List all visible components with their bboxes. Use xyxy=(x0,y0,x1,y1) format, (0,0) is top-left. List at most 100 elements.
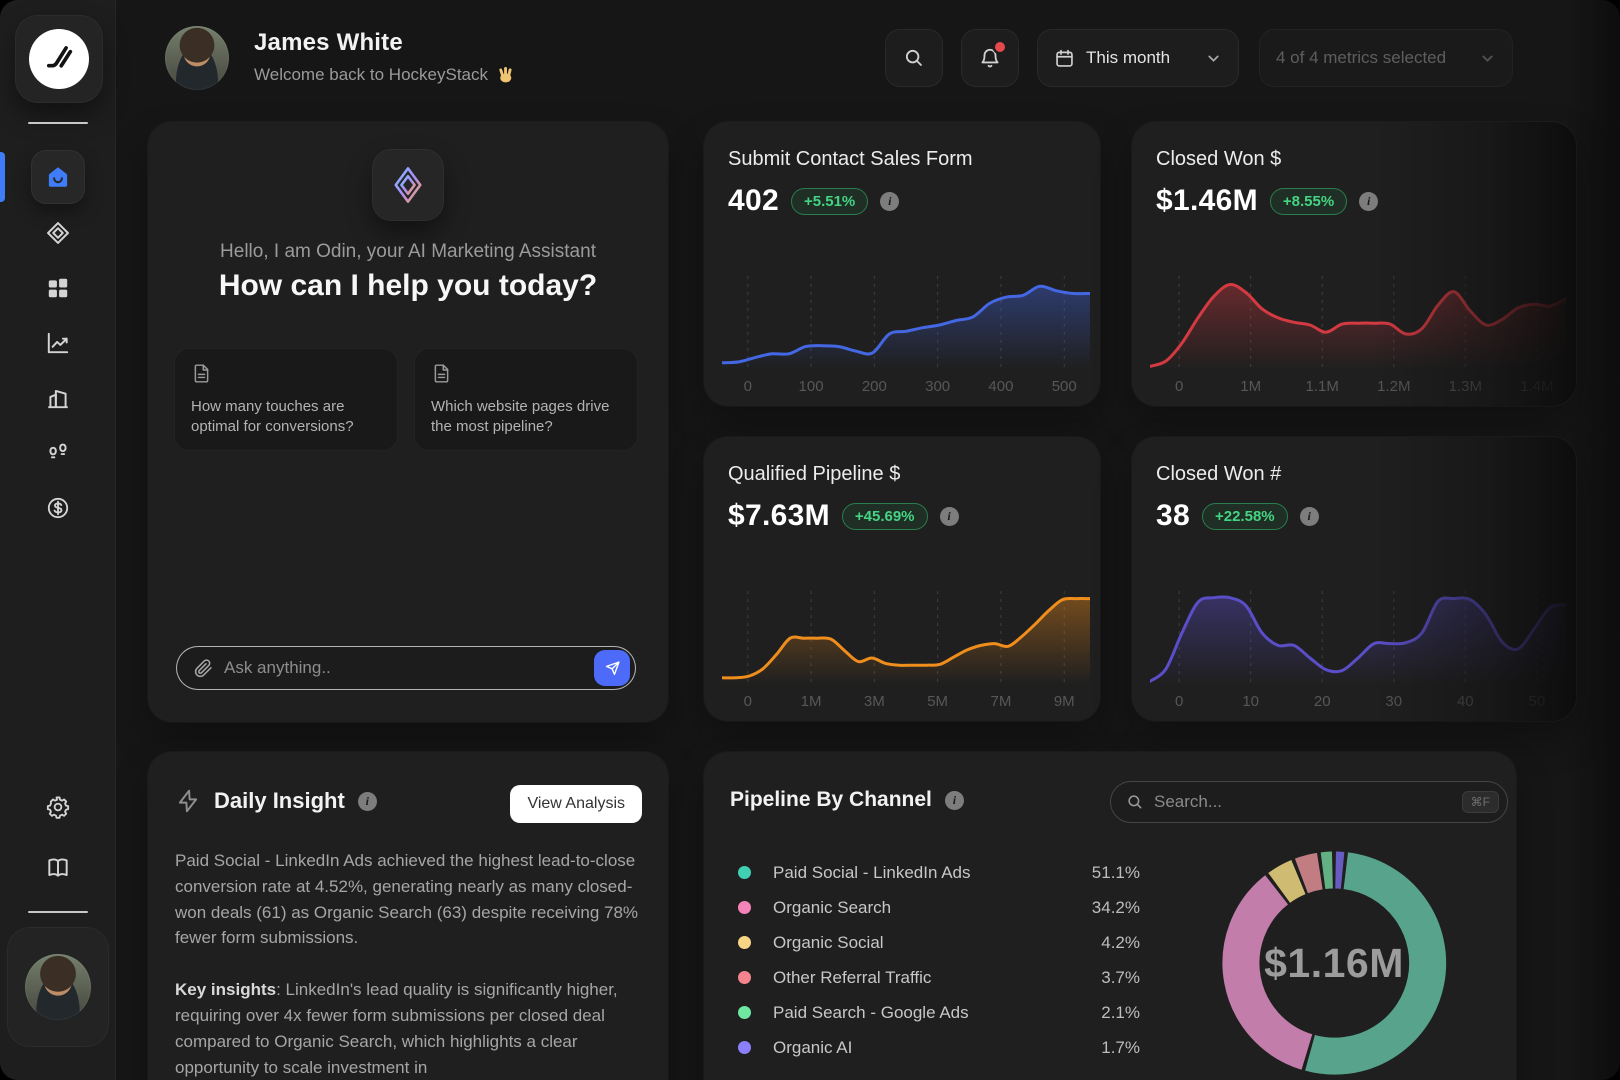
legend-dot xyxy=(738,971,751,984)
book-icon xyxy=(48,858,68,877)
metrics-filter-label: 4 of 4 metrics selected xyxy=(1276,48,1447,67)
welcome-text: Welcome back to HockeyStack xyxy=(254,64,516,85)
legend-item[interactable]: Organic AI 1.7% xyxy=(738,1030,1140,1065)
notifications-button[interactable] xyxy=(962,30,1018,86)
ask-anything-input[interactable] xyxy=(224,658,583,678)
paperclip-icon[interactable] xyxy=(194,658,213,678)
sidebar-user-avatar[interactable] xyxy=(8,928,108,1046)
view-analysis-button[interactable]: View Analysis xyxy=(510,785,642,823)
metric-card-closed-won-dollars: Closed Won $ $1.46M +8.55% i 0 1M 1.1M 1.2M… xyxy=(1132,122,1576,406)
daily-insight-card: Daily Insight i View Analysis Paid Socia… xyxy=(148,752,668,1080)
date-filter[interactable]: This month xyxy=(1038,30,1238,86)
legend-label: Paid Search - Google Ads xyxy=(773,1002,969,1022)
sidebar-item-reports[interactable] xyxy=(38,323,78,363)
sparkline-chart: 0 10 20 30 40 50 xyxy=(1148,587,1568,711)
legend-dot xyxy=(738,1006,751,1019)
metric-title: Closed Won $ xyxy=(1156,148,1282,170)
send-button[interactable] xyxy=(594,650,630,686)
delta-badge: +8.55% xyxy=(1269,187,1348,215)
info-icon[interactable]: i xyxy=(1299,506,1319,526)
metric-title: Submit Contact Sales Form xyxy=(728,148,973,170)
lightning-icon xyxy=(178,789,198,813)
sidebar-item-settings[interactable] xyxy=(38,787,78,827)
sidebar-item-home[interactable] xyxy=(38,157,78,197)
header-avatar[interactable] xyxy=(165,26,229,90)
delta-badge: +45.69% xyxy=(841,502,928,530)
insight-key-label: Key insights xyxy=(175,980,277,1000)
svg-text:1.4M: 1.4M xyxy=(1520,378,1553,395)
info-icon[interactable]: i xyxy=(880,191,900,211)
footprints-icon xyxy=(49,443,67,459)
send-icon xyxy=(605,660,620,675)
channel-search-input[interactable] xyxy=(1154,792,1452,812)
legend-label: Organic Search xyxy=(773,897,892,917)
user-name: James White xyxy=(254,29,403,56)
info-icon[interactable]: i xyxy=(357,791,377,811)
metric-title: Closed Won # xyxy=(1156,463,1282,485)
legend-item[interactable]: Paid Social - LinkedIn Ads 51.1% xyxy=(738,855,1140,890)
legend-value: 2.1% xyxy=(1101,1002,1140,1022)
search-icon xyxy=(1128,795,1142,809)
info-icon[interactable]: i xyxy=(1359,191,1379,211)
home-icon xyxy=(48,167,68,187)
channel-legend: Paid Social - LinkedIn Ads 51.1% Organic… xyxy=(738,855,1140,1065)
svg-text:9M: 9M xyxy=(1054,693,1075,710)
line-chart-icon xyxy=(47,332,69,354)
svg-text:0: 0 xyxy=(744,378,752,395)
wave-hand-icon xyxy=(499,66,512,83)
document-icon xyxy=(434,364,449,383)
legend-value: 51.1% xyxy=(1091,862,1140,882)
pipeline-donut-chart: $1.16M xyxy=(1211,840,1457,1080)
legend-value: 1.7% xyxy=(1101,1037,1140,1057)
suggestion-card-pages[interactable]: Which website pages drive the most pipel… xyxy=(415,349,637,450)
metric-value: 38 xyxy=(1156,499,1190,532)
sidebar-item-odin[interactable] xyxy=(38,213,78,253)
insight-paragraph: Paid Social - LinkedIn Ads achieved the … xyxy=(175,851,639,948)
hockeystack-logo[interactable] xyxy=(16,16,102,102)
ai-headline: How can I help you today? xyxy=(218,269,598,302)
svg-text:0: 0 xyxy=(744,693,752,710)
sidebar-item-revenue[interactable] xyxy=(38,488,78,528)
active-nav-indicator xyxy=(0,152,5,202)
suggestion-card-touches[interactable]: How many touches are optimal for convers… xyxy=(175,349,397,450)
suggestion-text: How many touches are optimal for convers… xyxy=(191,397,354,435)
svg-text:0: 0 xyxy=(1175,378,1183,395)
sidebar-divider-top xyxy=(28,122,88,124)
svg-text:10: 10 xyxy=(1242,693,1259,710)
legend-value: 3.7% xyxy=(1101,967,1140,987)
donut-center-value: $1.16M xyxy=(1264,939,1404,986)
sparkline-chart: 0 100 200 300 400 500 xyxy=(720,272,1092,396)
channel-search-bar: ⌘F xyxy=(1110,781,1508,823)
gear-icon xyxy=(46,796,70,819)
svg-text:1.2M: 1.2M xyxy=(1377,378,1410,395)
insight-text: Paid Social - LinkedIn Ads achieved the … xyxy=(175,848,641,1080)
buildings-icon xyxy=(48,389,68,409)
info-icon[interactable]: i xyxy=(944,790,964,810)
delta-badge: +22.58% xyxy=(1201,502,1288,530)
grid-icon xyxy=(48,278,68,298)
legend-dot xyxy=(738,936,751,949)
sidebar-item-company[interactable] xyxy=(38,378,78,418)
search-button[interactable] xyxy=(886,30,942,86)
legend-item[interactable]: Other Referral Traffic 3.7% xyxy=(738,960,1140,995)
calendar-icon xyxy=(1056,49,1073,67)
svg-text:300: 300 xyxy=(925,378,950,395)
legend-item[interactable]: Paid Search - Google Ads 2.1% xyxy=(738,995,1140,1030)
legend-label: Paid Social - LinkedIn Ads xyxy=(773,862,971,882)
sidebar-item-journeys[interactable] xyxy=(38,433,78,473)
sparkline-chart: 0 1M 3M 5M 7M 9M xyxy=(720,587,1092,711)
sidebar-item-dashboards[interactable] xyxy=(38,268,78,308)
legend-item[interactable]: Organic Social 4.2% xyxy=(738,925,1140,960)
sidebar-item-docs[interactable] xyxy=(38,848,78,888)
svg-text:400: 400 xyxy=(988,378,1013,395)
info-icon[interactable]: i xyxy=(939,506,959,526)
metric-card-qualified-pipeline: Qualified Pipeline $ $7.63M +45.69% i 0 1… xyxy=(704,437,1100,721)
odin-diamond-icon xyxy=(394,167,422,203)
metric-card-closed-won-count: Closed Won # 38 +22.58% i 0 10 20 30 40 50 xyxy=(1132,437,1576,721)
legend-item[interactable]: Organic Search 34.2% xyxy=(738,890,1140,925)
welcome-label: Welcome back to HockeyStack xyxy=(254,64,488,84)
delta-badge: +5.51% xyxy=(790,187,869,215)
legend-value: 4.2% xyxy=(1101,932,1140,952)
notification-dot xyxy=(995,42,1005,52)
metrics-filter[interactable]: 4 of 4 metrics selected xyxy=(1260,30,1512,86)
